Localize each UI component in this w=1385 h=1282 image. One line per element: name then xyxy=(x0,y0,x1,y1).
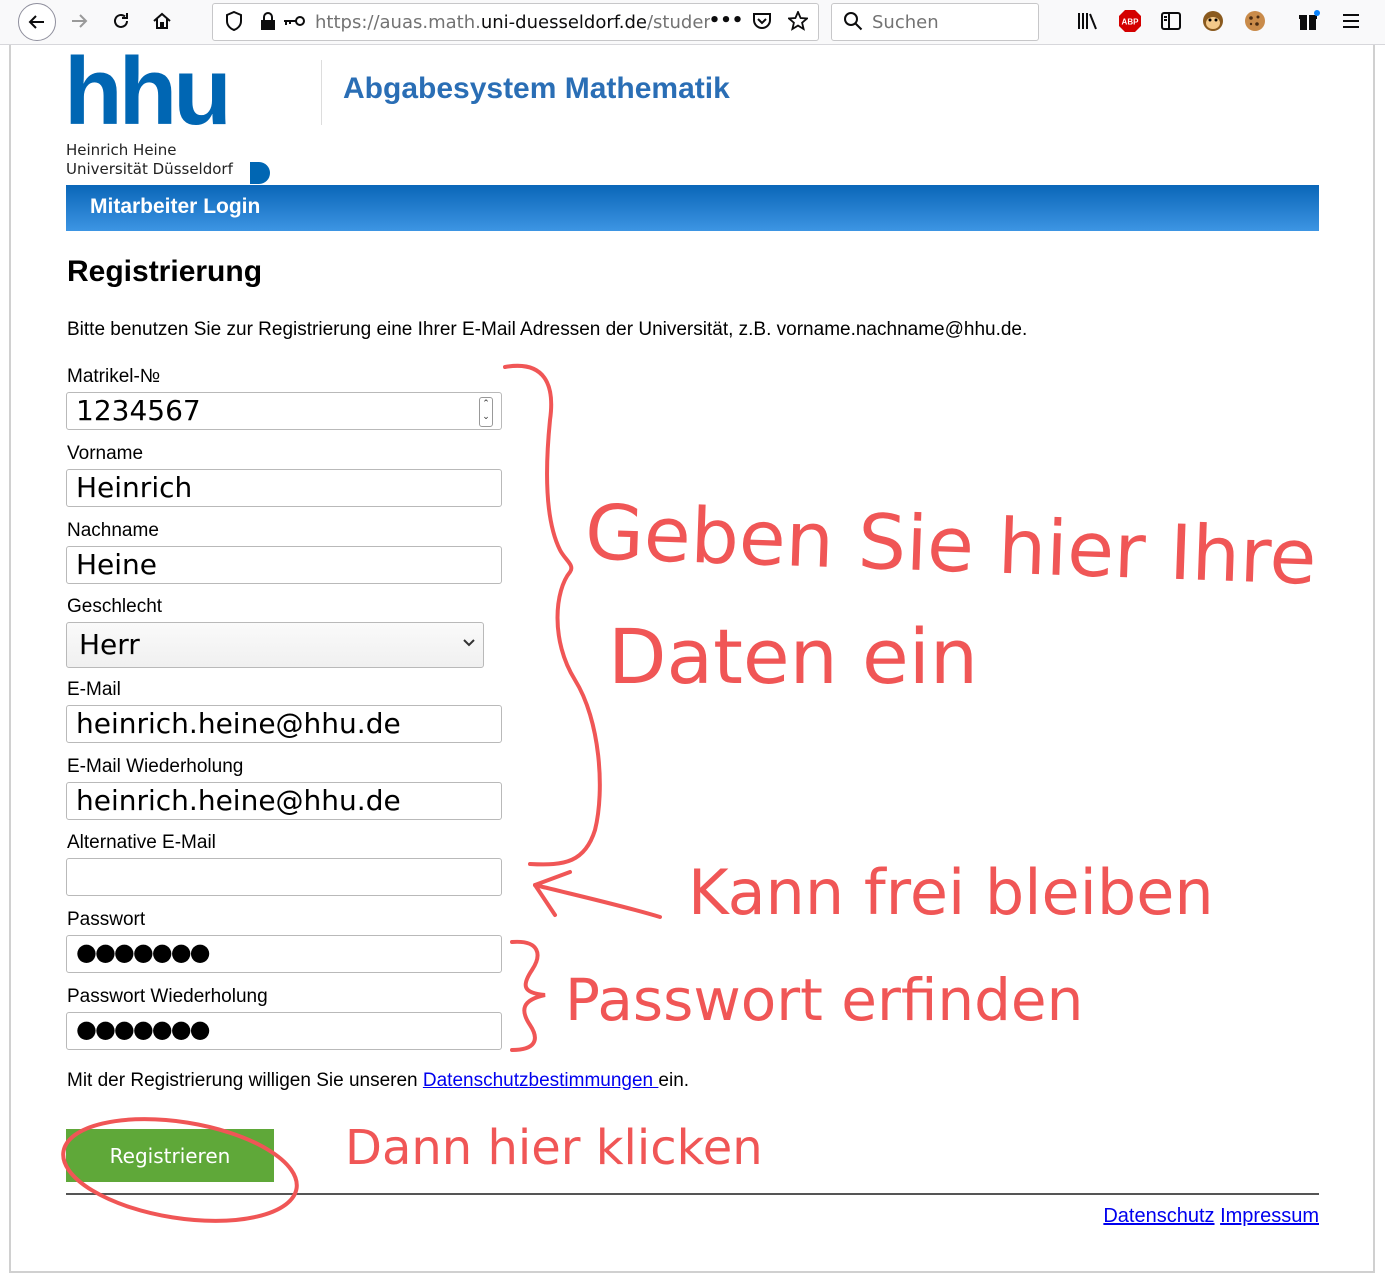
url-text: https://auas.math.uni-duesseldorf.de/stu… xyxy=(315,12,710,33)
sidebar-icon[interactable] xyxy=(1156,6,1186,36)
staff-login-link[interactable]: Mitarbeiter Login xyxy=(90,195,260,219)
footer-divider xyxy=(66,1193,1319,1195)
search-placeholder: Suchen xyxy=(872,12,939,33)
matrikel-label: Matrikel-№ xyxy=(67,366,161,387)
logo-line-2: Universität Düsseldorf xyxy=(66,160,233,178)
consent-before: Mit der Registrierung willigen Sie unser… xyxy=(67,1070,423,1091)
monkey-icon[interactable] xyxy=(1198,6,1228,36)
logo-d-mark xyxy=(250,162,270,184)
arrow-head xyxy=(533,870,572,917)
matrikel-input[interactable]: 1234567 ⌃ ⌄ xyxy=(66,392,502,430)
email-value: heinrich.heine@hhu.de xyxy=(76,707,401,740)
home-icon[interactable] xyxy=(147,6,177,36)
chevron-down-icon xyxy=(463,635,475,651)
annotation-password: Passwort erfinden xyxy=(565,966,1084,1034)
search-bar[interactable]: Suchen xyxy=(831,3,1039,41)
url-path: /studen xyxy=(646,12,710,33)
header-divider xyxy=(321,60,322,125)
logo-line-1: Heinrich Heine xyxy=(66,141,177,159)
more-icon[interactable]: ••• xyxy=(709,5,744,35)
privacy-policy-link[interactable]: Datenschutzbestimmungen xyxy=(423,1070,659,1091)
cookie-icon[interactable] xyxy=(1240,6,1270,36)
intro-text: Bitte benutzen Sie zur Registrierung ein… xyxy=(67,319,1028,340)
password-label: Passwort xyxy=(67,909,146,930)
curly-brace-data xyxy=(503,363,602,867)
nachname-label: Nachname xyxy=(67,520,159,541)
password-input[interactable]: ●●●●●●● xyxy=(66,935,502,973)
matrikel-value: 1234567 xyxy=(76,394,201,427)
key-icon xyxy=(279,6,309,36)
star-icon[interactable] xyxy=(783,6,813,36)
email-repeat-input[interactable]: heinrich.heine@hhu.de xyxy=(66,782,502,820)
geschlecht-value: Herr xyxy=(79,628,140,661)
annotation-optional: Kann frei bleiben xyxy=(688,856,1214,929)
search-icon xyxy=(838,6,868,36)
password-value: ●●●●●●● xyxy=(76,938,211,966)
alt-email-label: Alternative E-Mail xyxy=(67,832,216,853)
url-bar[interactable]: https://auas.math.uni-duesseldorf.de/stu… xyxy=(212,3,819,41)
menu-icon[interactable] xyxy=(1336,6,1366,36)
reload-icon[interactable] xyxy=(106,6,136,36)
library-icon[interactable] xyxy=(1073,6,1103,36)
vorname-value: Heinrich xyxy=(76,471,193,504)
footer-imprint-link[interactable]: Impressum xyxy=(1220,1205,1319,1227)
register-button[interactable]: Registrieren xyxy=(66,1129,274,1182)
password-repeat-label: Passwort Wiederholung xyxy=(67,986,268,1007)
password-repeat-value: ●●●●●●● xyxy=(76,1015,211,1043)
annotation-text-line2: Daten ein xyxy=(608,612,979,701)
vorname-input[interactable]: Heinrich xyxy=(66,469,502,507)
geschlecht-label: Geschlecht xyxy=(67,596,163,617)
nav-bar: Mitarbeiter Login xyxy=(66,185,1319,231)
adblock-label: ABP xyxy=(1122,18,1140,27)
consent-after: ein. xyxy=(658,1070,690,1091)
curly-brace-password xyxy=(510,939,546,1052)
nachname-value: Heine xyxy=(76,548,158,581)
annotation-text-line1: Geben Sie hier Ihre xyxy=(583,487,1318,602)
window-border-bottom xyxy=(9,1271,1375,1273)
vorname-label: Vorname xyxy=(67,443,144,464)
url-prefix: https://auas.math. xyxy=(315,12,481,33)
shield-icon[interactable] xyxy=(219,6,249,36)
pocket-icon[interactable] xyxy=(747,6,777,36)
window-border-right xyxy=(1373,45,1375,1273)
email-label: E-Mail xyxy=(67,679,121,700)
arrow-line xyxy=(533,883,662,919)
forward-arrow-icon[interactable] xyxy=(64,6,94,36)
gift-icon[interactable] xyxy=(1294,6,1324,36)
geschlecht-select[interactable]: Herr xyxy=(66,622,484,668)
footer-privacy-link[interactable]: Datenschutz xyxy=(1103,1205,1214,1227)
alt-email-input[interactable] xyxy=(66,858,502,896)
url-domain: uni-duesseldorf.de xyxy=(480,12,647,33)
annotation-click: Dann hier klicken xyxy=(345,1120,763,1176)
consent-text: Mit der Registrierung willigen Sie unser… xyxy=(67,1070,689,1092)
password-repeat-input[interactable]: ●●●●●●● xyxy=(66,1012,502,1050)
back-arrow-icon[interactable] xyxy=(18,3,56,41)
page-title: Registrierung xyxy=(67,255,263,288)
window-border-left xyxy=(9,45,11,1273)
email-input[interactable]: heinrich.heine@hhu.de xyxy=(66,705,502,743)
adblock-icon[interactable]: ABP xyxy=(1115,6,1145,36)
email-repeat-label: E-Mail Wiederholung xyxy=(67,756,244,777)
number-spinner-icon[interactable]: ⌃ ⌄ xyxy=(479,397,493,427)
university-logo[interactable]: hhu Heinrich Heine Universität Düsseldor… xyxy=(62,44,272,184)
footer-links: Datenschutz Impressum xyxy=(1103,1205,1319,1228)
site-title: Abgabesystem Mathematik xyxy=(343,72,730,105)
logo-wordmark: hhu xyxy=(64,38,232,145)
nachname-input[interactable]: Heine xyxy=(66,546,502,584)
email-repeat-value: heinrich.heine@hhu.de xyxy=(76,784,401,817)
